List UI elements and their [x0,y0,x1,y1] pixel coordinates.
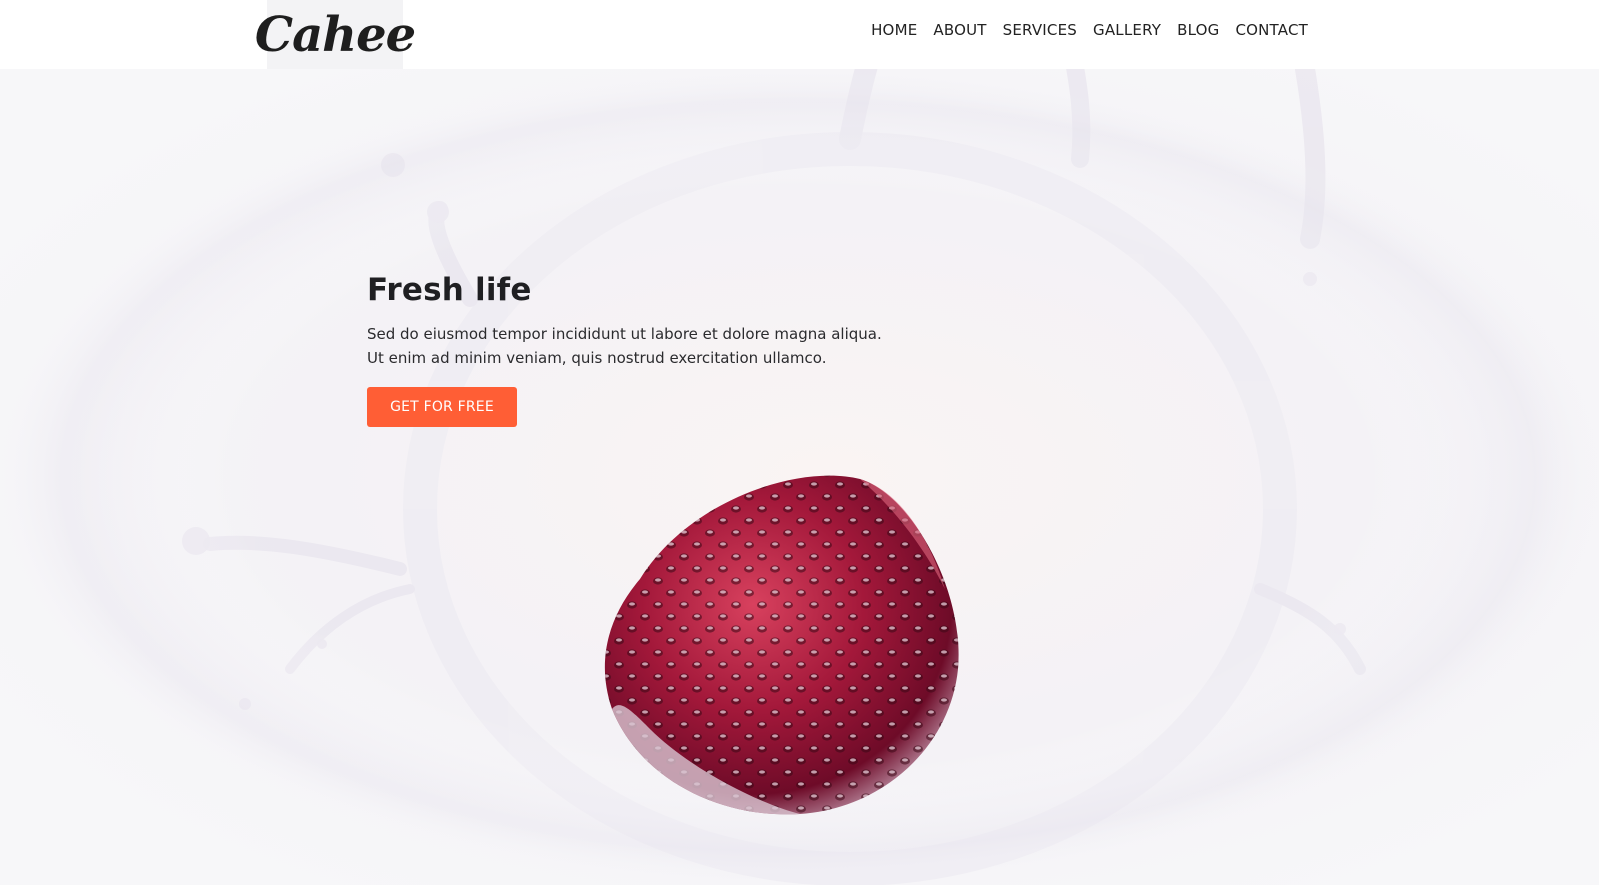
hero-description: Sed do eiusmod tempor incididunt ut labo… [367,322,927,370]
nav-gallery[interactable]: GALLERY [1093,21,1161,39]
hero-section: Fresh life Sed do eiusmod tempor incidid… [0,69,1599,885]
nav-home[interactable]: HOME [871,21,917,39]
logo-text: Cahee [254,6,416,63]
nav-blog[interactable]: BLOG [1177,21,1219,39]
hero-description-line-1: Sed do eiusmod tempor incididunt ut labo… [367,325,882,343]
hero-description-line-2: Ut enim ad minim veniam, quis nostrud ex… [367,349,827,367]
logo[interactable]: Cahee [255,0,416,69]
get-for-free-button[interactable]: GET FOR FREE [367,387,517,427]
hero-background-image [0,69,1599,885]
site-header: Cahee HOME ABOUT SERVICES GALLERY BLOG C… [0,0,1599,69]
hero-content: Fresh life Sed do eiusmod tempor incidid… [367,272,927,427]
nav-services[interactable]: SERVICES [1003,21,1077,39]
main-nav: HOME ABOUT SERVICES GALLERY BLOG CONTACT [871,20,1308,39]
nav-about[interactable]: ABOUT [933,21,986,39]
hero-title: Fresh life [367,272,532,308]
nav-contact[interactable]: CONTACT [1235,21,1308,39]
